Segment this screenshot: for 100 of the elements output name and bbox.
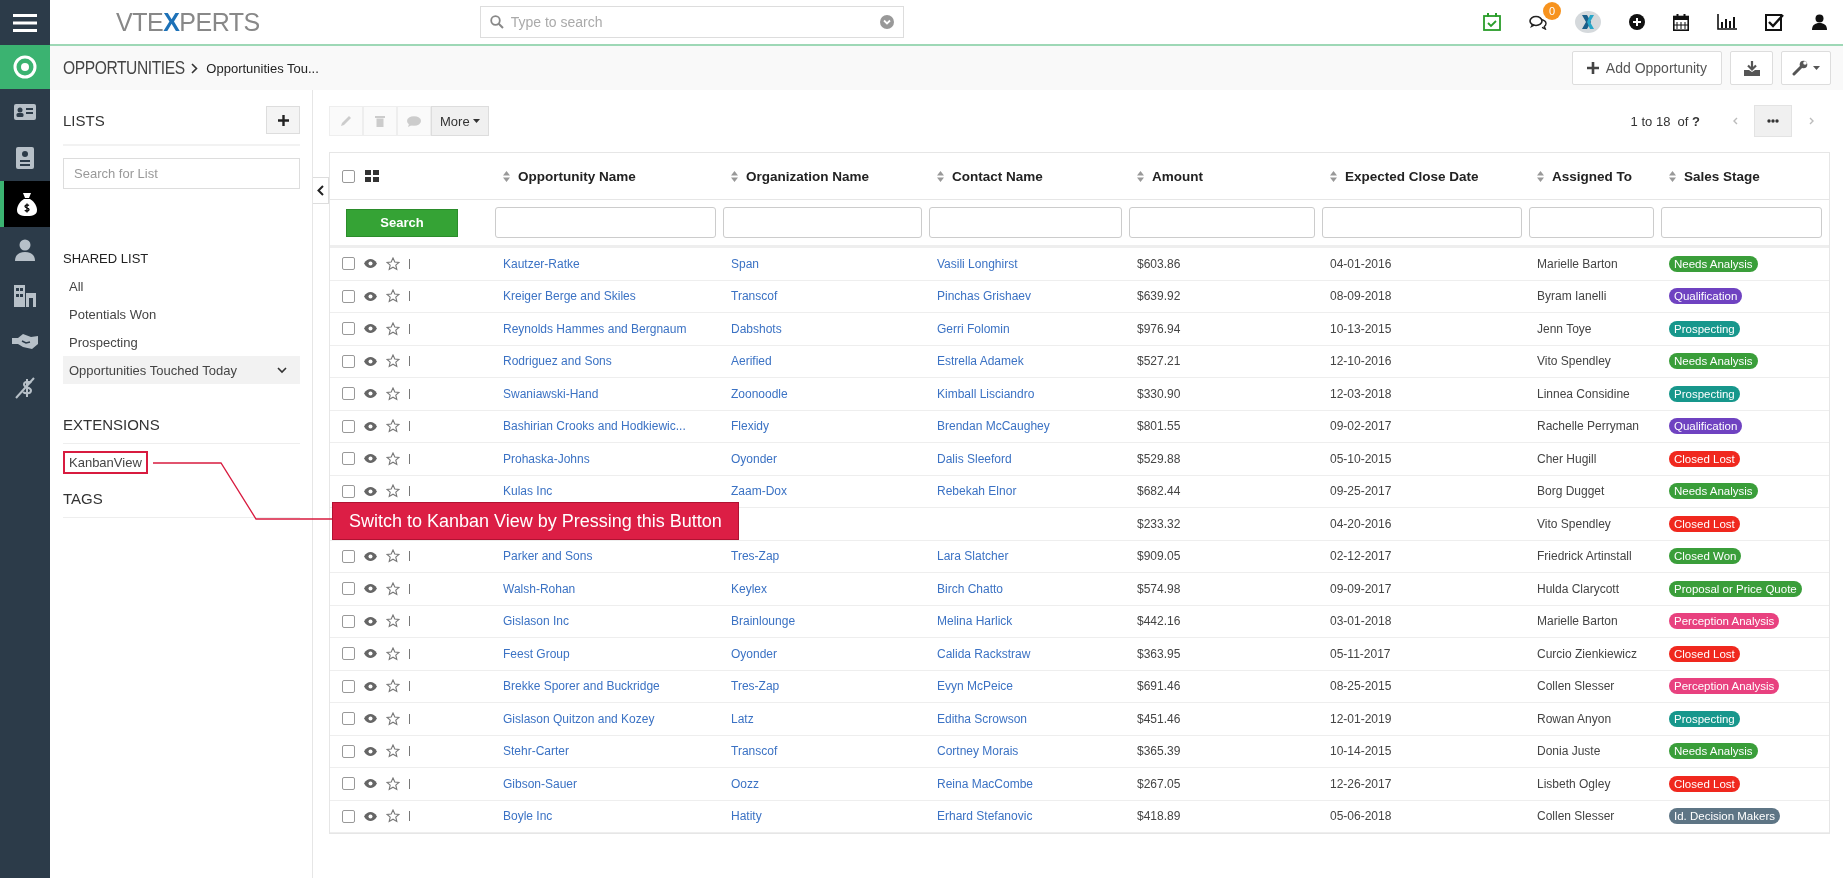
contact-link[interactable]: Calida Rackstraw [937,646,1031,661]
filter-field[interactable] [723,207,922,238]
contact-link[interactable]: Reina MacCombe [937,776,1034,791]
sort-icon[interactable] [1330,170,1337,182]
star-icon[interactable] [386,386,400,401]
filter-field[interactable] [495,207,716,238]
contact-link[interactable]: Birch Chatto [937,581,1004,596]
contact-link[interactable]: Estrella Adamek [937,354,1024,369]
column-header[interactable]: Expected Close Date [1345,168,1479,184]
row-checkbox[interactable] [342,549,355,563]
opportunity-link[interactable]: Walsh-Rohan [503,581,576,596]
list-search-field[interactable]: Search for List [63,158,300,189]
opportunity-link[interactable]: Brekke Sporer and Buckridge [503,679,660,694]
filter-field[interactable] [1322,207,1522,238]
star-icon[interactable] [386,256,400,271]
dropdown-icon[interactable] [879,15,894,29]
module-title[interactable]: OPPORTUNITIES [63,57,185,79]
contact-link[interactable]: Gerri Folomin [937,321,1010,336]
contact-link[interactable]: Editha Scrowson [937,711,1028,726]
user-icon[interactable] [1812,14,1827,30]
organization-link[interactable]: Latz [731,711,754,726]
row-checkbox[interactable] [342,777,355,791]
organization-link[interactable]: Brainlounge [731,614,796,629]
organization-link[interactable]: Span [731,256,760,271]
row-checkbox[interactable] [342,484,355,498]
star-icon[interactable] [386,809,400,824]
list-item[interactable]: Opportunities Touched Today [63,356,300,384]
contact-link[interactable]: Rebekah Elnor [937,484,1017,499]
contact-link[interactable]: Pinchas Grishaev [937,289,1032,304]
star-icon[interactable] [386,354,400,369]
contact-link[interactable]: Lara Slatcher [937,549,1009,564]
row-checkbox[interactable] [342,322,355,336]
add-list-button[interactable] [266,106,300,134]
eye-icon[interactable] [364,389,377,399]
grid-icon[interactable] [365,170,379,182]
star-icon[interactable] [386,321,400,336]
add-icon[interactable] [1629,14,1645,30]
organization-link[interactable]: Transcof [731,289,778,304]
star-icon[interactable] [386,646,400,661]
contact-link[interactable]: Kimball Lisciandro [937,386,1035,401]
chevron-down-icon[interactable] [277,366,287,374]
opportunity-link[interactable]: Feest Group [503,646,570,661]
add-opportunity-button[interactable]: Add Opportunity [1571,51,1722,85]
page-jump-button[interactable] [1754,105,1792,137]
nav-item[interactable] [0,181,50,227]
list-item[interactable]: Prospecting [63,328,300,356]
star-icon[interactable] [386,419,400,434]
sort-icon[interactable] [731,170,738,182]
select-all-checkbox[interactable] [342,169,355,183]
star-icon[interactable] [386,679,400,694]
opportunity-link[interactable]: Parker and Sons [503,549,593,564]
column-header[interactable]: Sales Stage [1684,168,1760,184]
eye-icon[interactable] [364,356,377,366]
eye-icon[interactable] [364,746,377,756]
organization-link[interactable]: Flexidy [731,419,769,434]
eye-icon[interactable] [364,551,377,561]
row-checkbox[interactable] [342,452,355,466]
eye-icon[interactable] [364,486,377,496]
organization-link[interactable]: Oyonder [731,646,778,661]
eye-icon[interactable] [364,714,377,724]
search-field[interactable]: Type to search [479,6,904,38]
organization-link[interactable]: Aerified [731,354,772,369]
contact-link[interactable]: Cortney Morais [937,744,1019,759]
eye-icon[interactable] [364,616,377,626]
sort-icon[interactable] [1137,170,1144,182]
row-checkbox[interactable] [342,387,355,401]
tasks-checkbox-icon[interactable] [1765,12,1784,32]
eye-icon[interactable] [364,421,377,431]
eye-icon[interactable] [364,324,377,334]
eye-icon[interactable] [364,649,377,659]
opportunity-link[interactable]: Gislason Inc [503,614,570,629]
opportunity-link[interactable]: Swaniawski-Hand [503,386,599,401]
search-button[interactable]: Search [346,208,458,237]
settings-button[interactable] [1781,51,1831,85]
filter-field[interactable] [929,207,1122,238]
row-checkbox[interactable] [342,614,355,628]
star-icon[interactable] [386,484,400,499]
row-checkbox[interactable] [342,257,355,271]
opportunity-link[interactable]: Gislason Quitzon and Kozey [503,711,655,726]
filter-field[interactable] [1661,207,1822,238]
opportunity-link[interactable]: Kulas Inc [503,484,553,499]
star-icon[interactable] [386,776,400,791]
organization-link[interactable]: Zoonoodle [731,386,788,401]
organization-link[interactable]: Tres-Zap [731,549,780,564]
organization-link[interactable]: Oozz [731,776,759,791]
filter-field[interactable] [1129,207,1315,238]
contact-link[interactable]: Erhard Stefanovic [937,809,1033,824]
opportunity-link[interactable]: Bashirian Crooks and Hodkiewic... [503,419,686,434]
organization-link[interactable]: Zaam-Dox [731,484,787,499]
star-icon[interactable] [386,451,400,466]
eye-icon[interactable] [364,811,377,821]
import-button[interactable] [1730,51,1773,85]
calendar-icon[interactable] [1673,13,1689,31]
row-checkbox[interactable] [342,647,355,661]
row-checkbox[interactable] [342,679,355,693]
contact-link[interactable]: Evyn McPeice [937,679,1014,694]
contact-link[interactable]: Vasili Longhirst [937,256,1018,271]
opportunity-link[interactable]: Rodriguez and Sons [503,354,612,369]
star-icon[interactable] [386,549,400,564]
star-icon[interactable] [386,744,400,759]
